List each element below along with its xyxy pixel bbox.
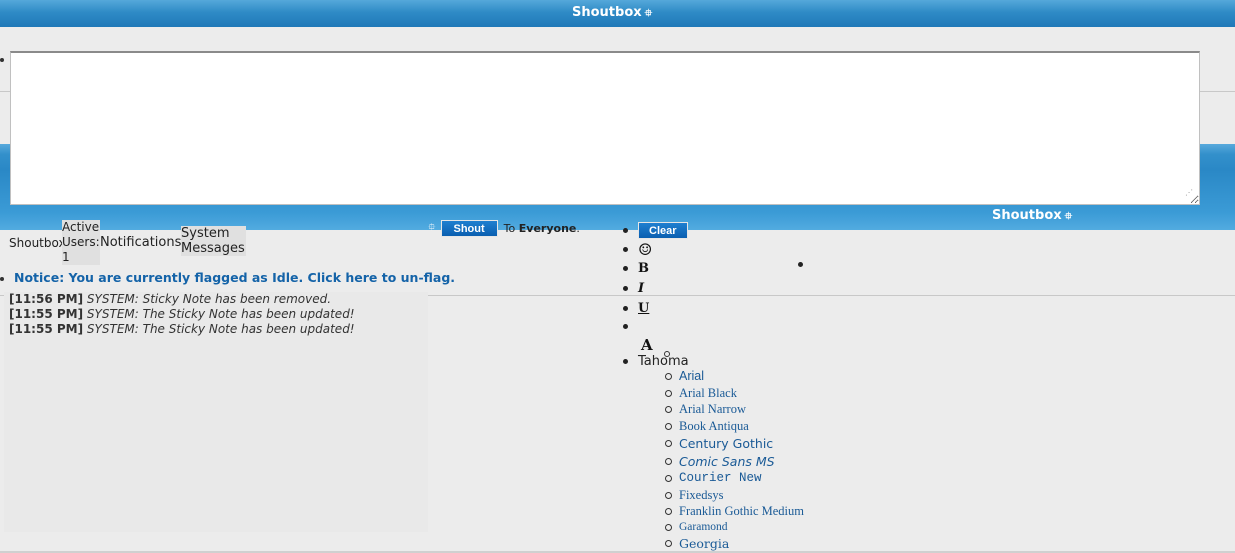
list-circle xyxy=(665,474,672,482)
font-option[interactable]: Arial xyxy=(665,369,704,383)
message-time: [11:55 PM] xyxy=(9,307,84,321)
font-option-label: Arial xyxy=(679,369,705,383)
message-time: [11:55 PM] xyxy=(9,322,84,336)
font-option[interactable]: Comic Sans MS xyxy=(665,454,775,469)
clear-button[interactable]: Clear xyxy=(638,222,688,239)
list-circle xyxy=(665,540,672,547)
recipient-label: To Everyone. xyxy=(504,222,580,235)
list-bullet xyxy=(798,262,803,267)
list-bullet xyxy=(0,276,4,281)
toolbar-item: ☺ xyxy=(623,240,652,259)
recipient-prefix: To xyxy=(503,221,516,235)
tab-active-users[interactable]: Active Users: 1 xyxy=(62,220,100,265)
message-text: SYSTEM: The Sticky Note has been updated… xyxy=(86,322,355,336)
tab-shoutbox[interactable]: Shoutbox xyxy=(9,236,66,251)
font-option[interactable]: Franklin Gothic Medium xyxy=(665,504,804,519)
font-option[interactable]: Garamond xyxy=(665,521,728,533)
list-circle xyxy=(665,508,672,515)
shoutbox-title-text: Shoutbox xyxy=(572,5,642,20)
list-circle xyxy=(665,492,672,499)
shout-input[interactable] xyxy=(10,51,1200,205)
message-text: SYSTEM: The Sticky Note has been updated… xyxy=(86,307,355,321)
recipient-target[interactable]: Everyone xyxy=(519,222,577,235)
font-option[interactable]: Arial Black xyxy=(665,386,737,401)
move-icon: ⯐ xyxy=(1064,211,1073,222)
font-option-label: Franklin Gothic Medium xyxy=(679,504,804,518)
font-select[interactable]: Tahoma xyxy=(638,354,689,369)
toolbar-item: B xyxy=(623,261,649,276)
italic-button[interactable]: I xyxy=(638,281,644,296)
font-option-label: Garamond xyxy=(679,521,728,533)
toolbar-item: Tahoma xyxy=(623,354,689,369)
message-text: SYSTEM: Sticky Note has been removed. xyxy=(86,292,332,306)
font-option[interactable]: Century Gothic xyxy=(665,436,773,451)
shout-options-icon[interactable]: ⯐ xyxy=(428,220,436,237)
font-option[interactable]: Fixedsys xyxy=(665,488,723,503)
bold-button[interactable]: B xyxy=(638,261,649,276)
list-bullet xyxy=(623,324,628,329)
unflag-idle-link[interactable]: Notice: You are currently flagged as Idl… xyxy=(14,270,455,285)
resize-grip-icon[interactable]: ⋰ xyxy=(1185,189,1232,550)
underline-button[interactable]: U xyxy=(638,301,649,316)
font-option-label: Book Antiqua xyxy=(679,419,749,433)
list-circle xyxy=(665,523,672,531)
list-bullet xyxy=(623,359,628,364)
list-circle xyxy=(665,406,672,413)
right-shoutbox-title-text: Shoutbox xyxy=(992,208,1062,223)
list-bullet xyxy=(623,266,628,271)
right-shoutbox-title: Shoutbox ⯐ xyxy=(992,208,1072,226)
move-icon: ⯐ xyxy=(644,8,653,19)
message-row: [11:55 PM] SYSTEM: The Sticky Note has b… xyxy=(9,322,355,336)
tab-system-messages[interactable]: System Messages xyxy=(181,226,246,256)
toolbar-item: I xyxy=(623,281,644,296)
message-list: [11:56 PM] SYSTEM: Sticky Note has been … xyxy=(4,292,428,532)
font-option[interactable]: Georgia xyxy=(665,536,729,551)
list-bullet xyxy=(0,58,4,62)
message-row: [11:56 PM] SYSTEM: Sticky Note has been … xyxy=(9,292,331,306)
shoutbox-title: Shoutbox ⯐ xyxy=(572,5,652,23)
tab-notifications[interactable]: Notifications xyxy=(100,235,181,250)
font-option[interactable]: Book Antiqua xyxy=(665,419,749,434)
smiley-icon[interactable]: ☺ xyxy=(638,240,652,259)
font-option-label: Courier New xyxy=(679,471,762,485)
font-option-label: Arial Narrow xyxy=(679,402,746,416)
font-option[interactable]: Courier New xyxy=(665,471,762,485)
list-circle xyxy=(665,458,672,465)
message-time: [11:56 PM] xyxy=(9,292,84,306)
font-option[interactable]: Arial Narrow xyxy=(665,402,746,417)
list-bullet xyxy=(623,228,628,233)
idle-notice: Notice: You are currently flagged as Idl… xyxy=(0,270,455,285)
list-circle xyxy=(665,440,672,447)
font-option-label: Georgia xyxy=(679,536,730,551)
font-option-label: Arial Black xyxy=(679,386,737,400)
list-bullet xyxy=(623,286,628,291)
font-option-label: Century Gothic xyxy=(679,436,774,451)
shout-button[interactable]: Shout xyxy=(440,219,498,237)
font-option-label: Comic Sans MS xyxy=(679,454,775,469)
list-bullet xyxy=(623,247,628,252)
list-circle xyxy=(665,390,672,397)
font-color-button[interactable]: A xyxy=(641,336,653,354)
list-circle xyxy=(665,372,672,380)
shoutbox-header-bar: Shoutbox ⯐ xyxy=(0,0,1235,27)
shout-row: ⯐ Shout To Everyone. xyxy=(428,219,580,237)
toolbar-item xyxy=(623,324,638,329)
list-circle xyxy=(665,423,672,430)
toolbar-item: U xyxy=(623,301,649,316)
message-row: [11:55 PM] SYSTEM: The Sticky Note has b… xyxy=(9,307,355,321)
list-bullet xyxy=(623,306,628,311)
recipient-suffix: . xyxy=(576,221,580,235)
toolbar-item: Clear xyxy=(623,222,688,239)
font-option-label: Fixedsys xyxy=(679,488,724,502)
